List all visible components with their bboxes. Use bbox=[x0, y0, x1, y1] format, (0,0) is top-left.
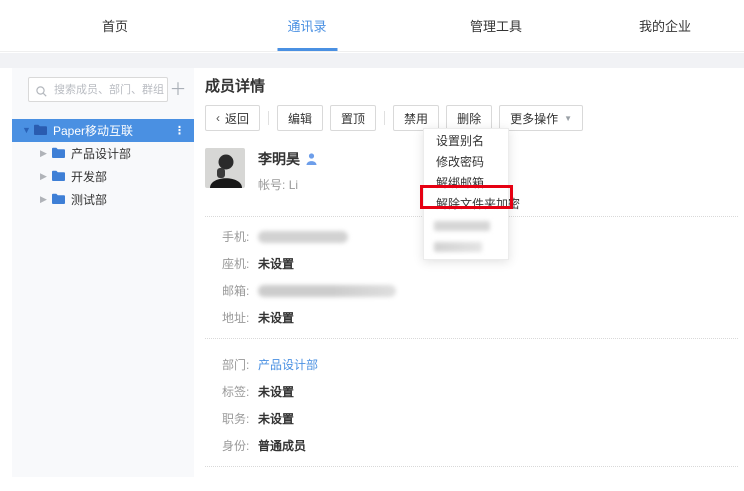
tree-item-label: 产品设计部 bbox=[71, 145, 194, 162]
tag-value: 未设置 bbox=[258, 383, 294, 400]
tree-item-development[interactable]: ▶ 开发部 bbox=[12, 165, 194, 188]
tree-item-label: 开发部 bbox=[71, 168, 194, 185]
folder-icon bbox=[52, 193, 65, 207]
account-value: Li bbox=[289, 178, 298, 192]
email-row: 邮箱: bbox=[222, 284, 738, 297]
more-actions-button[interactable]: 更多操作 ▼ bbox=[499, 105, 583, 131]
caret-down-icon[interactable]: ▼ bbox=[22, 119, 34, 142]
menu-item-unbind-email[interactable]: 解绑邮箱 bbox=[424, 173, 508, 194]
search-box bbox=[28, 77, 168, 102]
redacted-phone-value bbox=[258, 231, 348, 243]
role-value: 普通成员 bbox=[258, 437, 306, 454]
back-chevron-icon: ‹ bbox=[216, 111, 220, 125]
member-person-icon bbox=[306, 153, 317, 165]
menu-item-redacted[interactable] bbox=[424, 215, 508, 236]
edit-button[interactable]: 编辑 bbox=[277, 105, 323, 131]
sidebar: ＋ ▼ Paper移动互联 ⋮ ▶ 产品设计部 ▶ bbox=[12, 68, 194, 477]
profile-info: 李明昊 帐号: Li bbox=[258, 148, 317, 193]
department-link[interactable]: 产品设计部 bbox=[258, 356, 318, 373]
tab-management-tools[interactable]: 管理工具 bbox=[470, 0, 522, 51]
tree-item-testing[interactable]: ▶ 测试部 bbox=[12, 188, 194, 211]
top-nav: 首页 通讯录 管理工具 我的企业 bbox=[0, 0, 744, 52]
department-row: 部门: 产品设计部 bbox=[222, 358, 738, 371]
menu-item-change-password[interactable]: 修改密码 bbox=[424, 152, 508, 173]
tag-row: 标签: 未设置 bbox=[222, 385, 738, 398]
add-button[interactable]: ＋ bbox=[168, 77, 188, 102]
landline-value: 未设置 bbox=[258, 255, 294, 272]
department-tree: ▼ Paper移动互联 ⋮ ▶ 产品设计部 ▶ 开发部 bbox=[12, 119, 194, 211]
sidebar-search-row: ＋ bbox=[12, 68, 194, 102]
tab-contacts[interactable]: 通讯录 bbox=[287, 0, 326, 51]
member-account: 帐号: Li bbox=[258, 176, 317, 193]
tree-item-product-design[interactable]: ▶ 产品设计部 bbox=[12, 142, 194, 165]
email-label: 邮箱: bbox=[222, 282, 258, 299]
address-value: 未设置 bbox=[258, 309, 294, 326]
tree-item-label: 测试部 bbox=[71, 191, 194, 208]
account-label: 帐号: bbox=[258, 178, 285, 192]
phone-label: 手机: bbox=[222, 228, 258, 245]
role-label: 身份: bbox=[222, 437, 258, 454]
folder-icon bbox=[52, 147, 65, 161]
search-input[interactable] bbox=[29, 78, 167, 101]
page-title: 成员详情 bbox=[205, 68, 738, 97]
job-title-label: 职务: bbox=[222, 410, 258, 427]
address-row: 地址: 未设置 bbox=[222, 311, 738, 324]
back-button-label: 返回 bbox=[225, 110, 249, 127]
org-info-section: 部门: 产品设计部 标签: 未设置 职务: 未设置 身份: 普通成员 bbox=[205, 339, 738, 452]
folder-icon bbox=[34, 124, 47, 138]
more-actions-label: 更多操作 bbox=[510, 110, 558, 127]
tab-home[interactable]: 首页 bbox=[102, 0, 128, 51]
caret-right-icon[interactable]: ▶ bbox=[40, 188, 52, 211]
menu-item-set-alias[interactable]: 设置别名 bbox=[424, 131, 508, 152]
more-vertical-icon[interactable]: ⋮ bbox=[174, 124, 194, 137]
job-title-value: 未设置 bbox=[258, 410, 294, 427]
toolbar-divider bbox=[384, 111, 385, 125]
redacted-menu-label bbox=[434, 221, 490, 231]
tab-my-enterprise[interactable]: 我的企业 bbox=[639, 0, 691, 51]
menu-item-redacted[interactable] bbox=[424, 236, 508, 257]
more-actions-menu: 设置别名 修改密码 解绑邮箱 解除文件夹加密 bbox=[423, 128, 509, 260]
member-name: 李明昊 bbox=[258, 149, 300, 169]
redacted-menu-label bbox=[434, 242, 482, 252]
caret-right-icon[interactable]: ▶ bbox=[40, 142, 52, 165]
toolbar-divider bbox=[268, 111, 269, 125]
app-window: 首页 通讯录 管理工具 我的企业 ＋ ▼ Paper移动互联 ⋮ bbox=[0, 0, 744, 491]
role-row: 身份: 普通成员 bbox=[222, 439, 738, 452]
department-label: 部门: bbox=[222, 356, 258, 373]
redacted-email-value bbox=[258, 285, 396, 297]
menu-item-remove-folder-encryption[interactable]: 解除文件夹加密 bbox=[424, 194, 508, 215]
pin-button[interactable]: 置顶 bbox=[330, 105, 376, 131]
caret-down-icon: ▼ bbox=[564, 114, 572, 123]
job-title-row: 职务: 未设置 bbox=[222, 412, 738, 425]
back-button[interactable]: ‹ 返回 bbox=[205, 105, 260, 131]
avatar bbox=[205, 148, 245, 188]
section-divider bbox=[205, 466, 738, 467]
landline-label: 座机: bbox=[222, 255, 258, 272]
tree-item-root[interactable]: ▼ Paper移动互联 ⋮ bbox=[12, 119, 194, 142]
folder-icon bbox=[52, 170, 65, 184]
search-icon bbox=[36, 84, 47, 102]
caret-right-icon[interactable]: ▶ bbox=[40, 165, 52, 188]
tree-item-label: Paper移动互联 bbox=[53, 122, 174, 139]
address-label: 地址: bbox=[222, 309, 258, 326]
nav-divider-band bbox=[0, 53, 744, 68]
tag-label: 标签: bbox=[222, 383, 258, 400]
